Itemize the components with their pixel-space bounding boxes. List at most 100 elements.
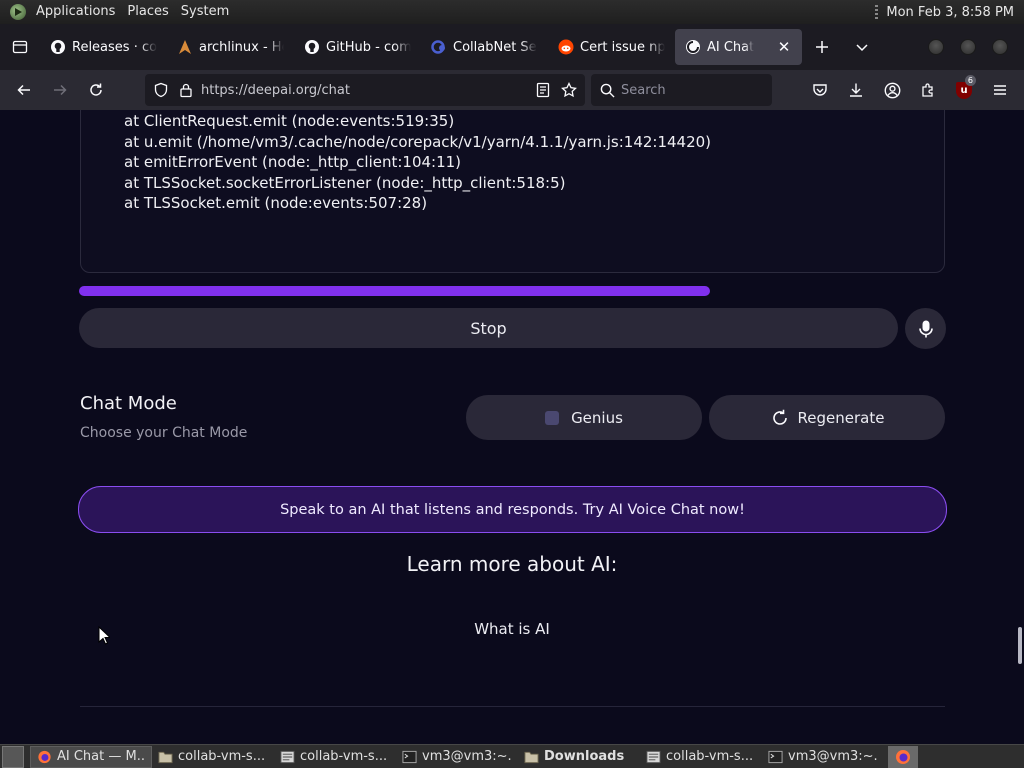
plus-icon	[816, 41, 828, 53]
menu-system[interactable]: System	[175, 0, 235, 24]
regenerate-icon	[772, 409, 787, 425]
download-icon	[850, 83, 862, 97]
reader-view-icon[interactable]	[535, 82, 551, 98]
back-arrow-icon	[17, 84, 30, 96]
stack-trace-line: at emitErrorEvent (node:_http_client:104…	[124, 153, 462, 172]
tab-title: AI Chat	[707, 39, 755, 55]
tab-cert-issue[interactable]: Cert issue np	[548, 29, 675, 65]
forward-button[interactable]	[42, 74, 78, 106]
section-divider	[80, 706, 945, 707]
learn-more-heading: Learn more about AI:	[406, 552, 618, 576]
firefox-icon	[38, 750, 51, 763]
taskbar-item-terminal-2[interactable]: vm3@vm3:~...	[762, 746, 884, 768]
stack-trace-line: at u.emit (/home/vm3/.cache/node/corepac…	[124, 132, 712, 151]
menu-places[interactable]: Places	[121, 0, 174, 24]
stack-trace-line: at TLSSocket.socketErrorListener (node:_…	[124, 173, 566, 192]
chat-mode-subtitle: Choose your Chat Mode	[80, 425, 248, 441]
taskbar-item-terminal[interactable]: vm3@vm3:~...	[396, 746, 518, 768]
toolbar-buttons: u 6	[802, 74, 1018, 106]
forward-arrow-icon	[54, 84, 67, 96]
github-icon	[305, 40, 319, 54]
lock-icon[interactable]	[179, 82, 193, 98]
downloads-button[interactable]	[838, 74, 874, 106]
search-bar[interactable]	[591, 74, 772, 106]
tab-releases[interactable]: Releases · co	[40, 29, 167, 65]
address-bar[interactable]: https://deepai.org/chat	[145, 74, 585, 106]
chevron-down-icon	[856, 44, 868, 52]
taskbar-item-collab-vm-editor[interactable]: collab-vm-s...	[274, 746, 396, 768]
list-all-tabs-button[interactable]	[842, 29, 882, 65]
back-button[interactable]	[6, 74, 42, 106]
search-icon	[600, 83, 615, 98]
firefox-icon	[896, 749, 910, 764]
panel-grip-icon	[875, 5, 879, 19]
page-scrollbar-thumb[interactable]	[1018, 627, 1022, 664]
generation-progress-bar	[79, 286, 710, 296]
reload-button[interactable]	[78, 74, 114, 106]
microphone-icon	[918, 320, 933, 337]
panel-clock[interactable]: Mon Feb 3, 8:58 PM	[886, 5, 1024, 20]
taskbar-item-ai-chat[interactable]: AI Chat — M...	[30, 745, 152, 768]
search-input[interactable]	[621, 82, 751, 98]
close-window-button[interactable]	[992, 39, 1008, 55]
account-button[interactable]	[874, 74, 910, 106]
stack-trace-line: at TLSSocket.emit (node:events:507:28)	[124, 194, 428, 213]
chat-response-box: at ClientRequest.emit (node:events:519:3…	[80, 110, 945, 273]
genius-label: Genius	[571, 408, 623, 427]
hamburger-menu-icon	[994, 85, 1006, 95]
genius-mode-icon	[545, 410, 560, 425]
folder-icon	[158, 751, 173, 763]
tab-title: Cert issue np	[580, 39, 665, 55]
minimize-window-button[interactable]	[928, 39, 944, 55]
maximize-window-button[interactable]	[960, 39, 976, 55]
genius-mode-button[interactable]: Genius	[466, 395, 702, 440]
what-is-ai-link[interactable]: What is AI	[0, 620, 1024, 638]
chat-mode-title: Chat Mode	[80, 393, 177, 414]
extension-badge-count: 6	[964, 75, 976, 86]
window-controls	[928, 39, 1024, 55]
pocket-button[interactable]	[802, 74, 838, 106]
tab-collabnet[interactable]: CollabNet Se	[421, 29, 548, 65]
taskbar-item-collab-vm-folder[interactable]: collab-vm-s...	[152, 746, 274, 768]
ai-voice-chat-banner[interactable]: Speak to an AI that listens and responds…	[78, 486, 947, 533]
tray-firefox-launcher[interactable]	[888, 745, 918, 768]
mouse-cursor-icon	[98, 626, 110, 645]
extensions-button[interactable]	[910, 74, 946, 106]
stack-trace: at ClientRequest.emit (node:events:519:3…	[124, 111, 711, 214]
folder-icon	[524, 751, 539, 763]
reload-icon	[90, 83, 102, 96]
show-desktop-button[interactable]	[2, 745, 24, 768]
terminal-icon	[768, 750, 783, 763]
new-tab-button[interactable]	[802, 29, 842, 65]
stop-button[interactable]: Stop	[79, 308, 898, 348]
top-panel: Applications Places System Mon Feb 3, 8:…	[0, 0, 1024, 24]
bookmark-star-icon[interactable]	[561, 82, 577, 98]
url-text[interactable]: https://deepai.org/chat	[201, 83, 350, 98]
deepai-icon	[686, 40, 700, 54]
account-icon	[884, 82, 900, 98]
taskbar-item-collab-vm-editor-2[interactable]: collab-vm-s...	[640, 746, 762, 768]
taskbar-item-downloads[interactable]: Downloads	[518, 746, 640, 768]
app-menu-button[interactable]	[982, 74, 1018, 106]
tab-archlinux[interactable]: archlinux - He	[167, 29, 294, 65]
puzzle-piece-icon	[922, 83, 933, 97]
github-icon	[51, 40, 65, 54]
firefox-view-button[interactable]	[0, 24, 40, 70]
pocket-icon	[813, 84, 827, 96]
tab-github[interactable]: GitHub - com	[294, 29, 421, 65]
collabnet-icon	[431, 40, 445, 54]
tab-ai-chat[interactable]: AI Chat ✕	[675, 29, 802, 65]
tab-strip: Releases · co archlinux - He GitHub - co…	[0, 24, 1024, 70]
regenerate-label: Regenerate	[797, 408, 885, 427]
close-tab-icon[interactable]: ✕	[776, 38, 792, 56]
tab-title: archlinux - He	[199, 39, 284, 55]
firefox-view-icon	[12, 40, 28, 54]
page-content: at ClientRequest.emit (node:events:519:3…	[0, 110, 1024, 744]
menu-applications[interactable]: Applications	[30, 0, 121, 24]
voice-input-button[interactable]	[905, 308, 946, 349]
tab-title: GitHub - com	[326, 39, 411, 55]
tracking-protection-shield-icon[interactable]	[153, 82, 169, 98]
ublock-origin-button[interactable]: u 6	[946, 74, 982, 106]
regenerate-button[interactable]: Regenerate	[709, 395, 945, 440]
distro-logo-icon[interactable]	[10, 4, 26, 20]
